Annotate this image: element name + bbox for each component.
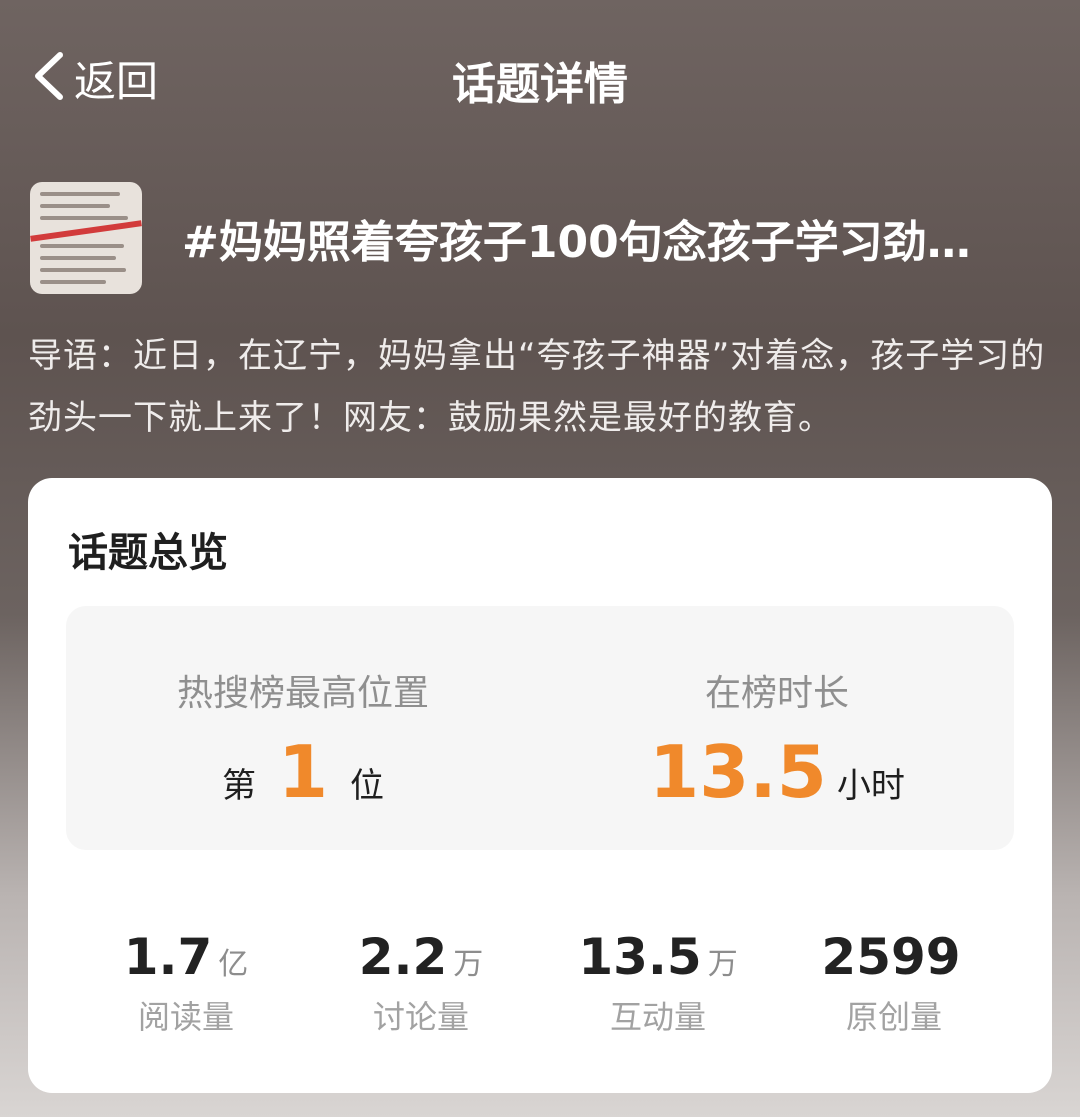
metric-label: 原创量 — [845, 998, 942, 1036]
topic-intro: 导语：近日，在辽宁，妈妈拿出“夸孩子神器”对着念，孩子学习的劲头一下就上来了！网… — [28, 336, 1046, 438]
metrics-row: 1.7 亿 阅读量 2.2 万 讨论量 13.5 万 互动量 2599 原创量 — [28, 928, 1052, 1048]
metric-unit: 万 — [707, 947, 738, 982]
rank-suffix: 位 — [350, 766, 385, 806]
metric-value: 2.2 — [358, 928, 448, 986]
duration-value: 13.5 — [649, 730, 827, 814]
metric-reads: 1.7 亿 阅读量 — [58, 928, 314, 1038]
metric-label: 互动量 — [609, 998, 706, 1036]
topic-title: #妈妈照着夸孩子100句念孩子学习劲… — [182, 216, 971, 268]
metric-label: 讨论量 — [372, 998, 469, 1036]
metric-discussions: 2.2 万 讨论量 — [293, 928, 549, 1038]
metric-value: 2599 — [821, 928, 961, 986]
overview-card: 话题总览 热搜榜最高位置 第 1 位 在榜时长 13.5 小时 1.7 亿 阅读… — [28, 478, 1052, 1093]
rank-value: 1 — [277, 730, 329, 814]
ranking-stats: 热搜榜最高位置 第 1 位 在榜时长 13.5 小时 — [66, 606, 1014, 850]
metric-originals: 2599 原创量 — [766, 928, 1022, 1038]
rank-prefix: 第 — [221, 766, 256, 806]
highest-rank-label: 热搜榜最高位置 — [176, 673, 429, 714]
duration-unit: 小时 — [836, 766, 905, 806]
metric-unit: 万 — [453, 947, 484, 982]
duration-label: 在榜时长 — [704, 673, 849, 714]
duration-stat: 在榜时长 13.5 小时 — [540, 606, 1014, 850]
highest-rank-stat: 热搜榜最高位置 第 1 位 — [66, 606, 540, 850]
metric-value: 1.7 — [123, 928, 213, 986]
metric-unit: 亿 — [218, 947, 249, 982]
overview-title: 话题总览 — [68, 530, 228, 576]
topic-header: #妈妈照着夸孩子100句念孩子学习劲… — [30, 180, 1060, 295]
metric-label: 阅读量 — [137, 998, 234, 1036]
metric-interactions: 13.5 万 互动量 — [530, 928, 786, 1038]
page-title: 话题详情 — [452, 59, 628, 110]
metric-value: 13.5 — [578, 928, 702, 986]
topic-thumbnail[interactable] — [30, 181, 142, 294]
top-bar: 返回 话题详情 — [0, 0, 1080, 150]
